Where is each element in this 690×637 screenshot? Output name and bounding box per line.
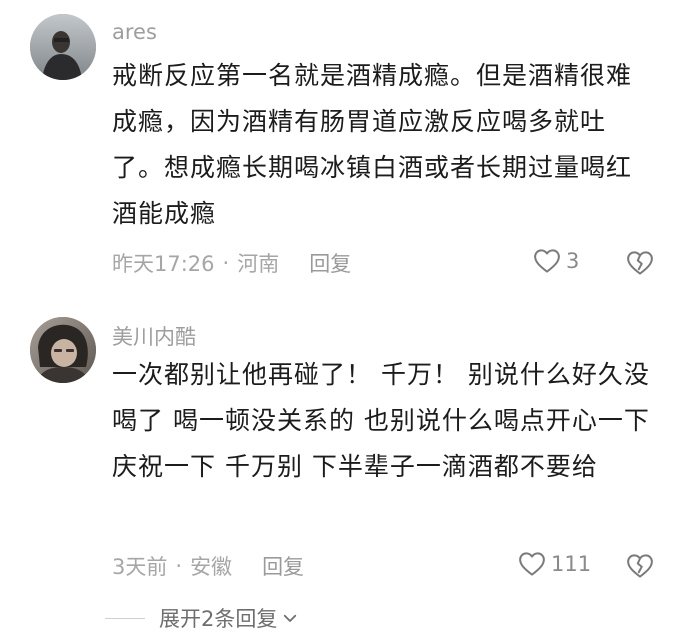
expand-replies-label: 展开2条回复 bbox=[159, 607, 278, 631]
broken-heart-icon bbox=[627, 251, 653, 275]
username[interactable]: 美川内酷 bbox=[112, 321, 196, 351]
divider-line bbox=[105, 617, 145, 619]
heart-outline-icon bbox=[534, 249, 560, 273]
comment-time: 昨天17:26 bbox=[112, 252, 215, 276]
meta-separator: · bbox=[222, 251, 230, 275]
comment-meta: 昨天17:26 · 河南 回复 bbox=[112, 248, 351, 278]
expand-replies-button[interactable]: 展开2条回复 bbox=[105, 600, 299, 636]
like-count: 3 bbox=[566, 249, 580, 273]
user-avatar[interactable] bbox=[30, 14, 96, 80]
comment-location: 安徽 bbox=[190, 555, 233, 579]
comment-text: 戒断反应第一名就是酒精成瘾。但是酒精很难成瘾，因为酒精有肠胃道应激反应喝多就吐了… bbox=[112, 61, 633, 228]
avatar-image bbox=[30, 14, 96, 80]
heart-outline-icon bbox=[519, 552, 545, 576]
chevron-down-icon bbox=[284, 614, 297, 622]
username[interactable]: ares bbox=[112, 20, 157, 44]
comment-text: 一次都别让他再碰了！ 千万！ 别说什么好久没喝了 喝一顿没关系的 也别说什么喝点… bbox=[112, 360, 650, 481]
reply-button[interactable]: 回复 bbox=[309, 248, 351, 278]
comment-meta: 3天前 · 安徽 回复 bbox=[112, 551, 304, 581]
like-button[interactable]: 3 bbox=[532, 246, 579, 276]
like-button[interactable]: 111 bbox=[517, 549, 591, 579]
comment-time: 3天前 bbox=[112, 555, 168, 579]
dislike-button[interactable] bbox=[625, 248, 655, 278]
dislike-button[interactable] bbox=[625, 551, 655, 581]
reply-button[interactable]: 回复 bbox=[262, 551, 304, 581]
like-count: 111 bbox=[551, 552, 592, 576]
comment-location: 河南 bbox=[237, 252, 280, 276]
user-avatar[interactable] bbox=[30, 317, 96, 383]
broken-heart-icon bbox=[627, 554, 653, 578]
meta-separator: · bbox=[175, 554, 183, 578]
comment-item: 美川内酷 一次都别让他再碰了！ 千万！ 别说什么好久没喝了 喝一顿没关系的 也别… bbox=[0, 300, 690, 600]
comment-item: ares 戒断反应第一名就是酒精成瘾。但是酒精很难成瘾，因为酒精有肠胃道应激反应… bbox=[0, 0, 690, 300]
avatar-image bbox=[30, 317, 96, 383]
